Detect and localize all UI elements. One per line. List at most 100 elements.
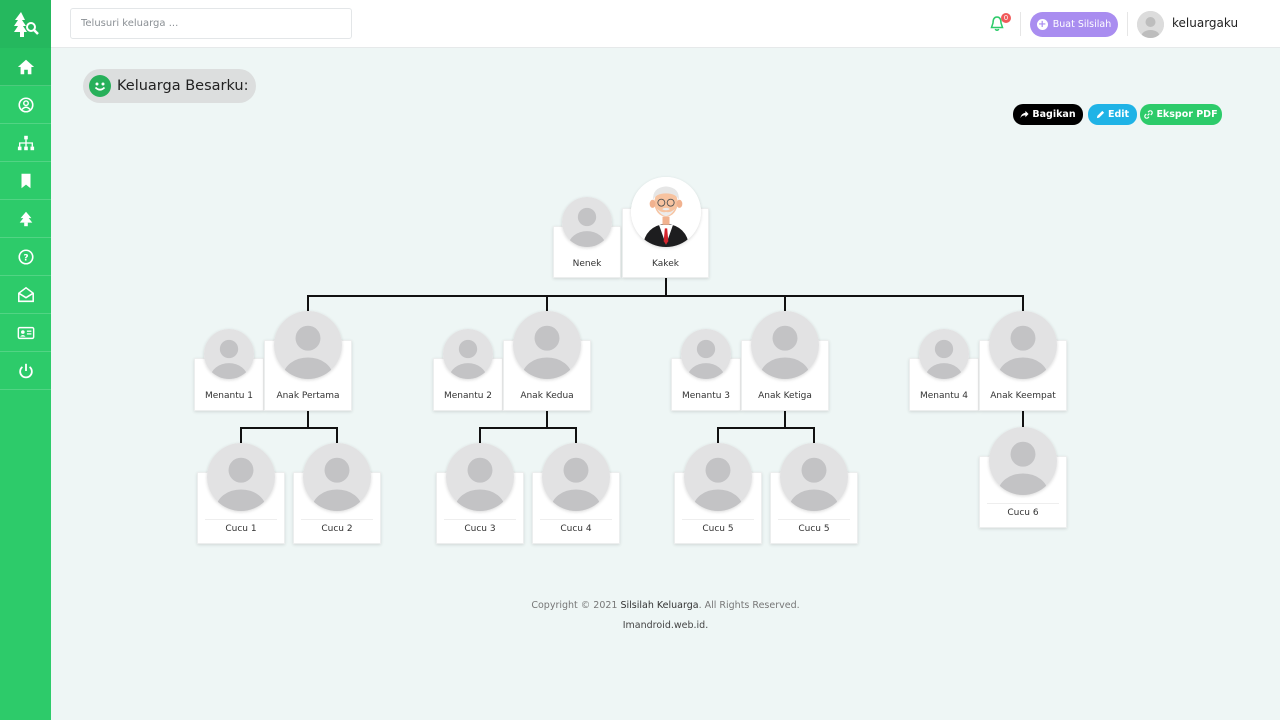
sidebar-item-tree[interactable] [0,124,51,162]
grandchild-1-1-avatar[interactable] [207,443,275,511]
card-divider [682,519,754,520]
grandchild-2-2-avatar[interactable] [542,443,610,511]
child-2-avatar[interactable] [513,311,581,379]
child-1-label: Anak Pertama [276,391,340,401]
child-2-label: Anak Kedua [520,391,574,401]
share-icon [1020,110,1029,119]
card-divider [778,519,850,520]
spouse-2-avatar[interactable] [443,329,493,379]
nenek-avatar[interactable] [562,197,612,247]
grandchild-1-2-label: Cucu 2 [321,524,353,534]
grandchild-4-1-label: Cucu 6 [1007,508,1039,518]
child-4-label: Anak Keempat [990,391,1056,401]
topbar: 0 + Buat Silsilah keluargaku [51,0,1280,48]
connector-line [813,427,815,443]
spouse-3-label: Menantu 3 [681,391,731,401]
sidebar-item-help[interactable]: ? [0,238,51,276]
plus-circle-icon: + [1036,19,1048,30]
spouse-4-avatar[interactable] [919,329,969,379]
card-divider [540,519,612,520]
spouse-1-avatar[interactable] [204,329,254,379]
sidebar-item-messages[interactable] [0,276,51,314]
footer-site[interactable]: Imandroid.web.id. [0,620,1280,631]
connector-line [717,427,719,443]
connector-line [307,295,309,311]
help-icon: ? [17,248,34,265]
connector-line [665,278,667,296]
link-icon [1144,110,1154,119]
connector-line [240,427,242,443]
sidebar-item-profile[interactable] [0,86,51,124]
connector-line [575,427,577,443]
nenek-label: Nenek [572,259,602,269]
sitemap-icon [17,135,34,150]
connector-line [546,295,548,311]
smile-icon [89,75,111,97]
connector-line [717,427,815,429]
copyright-prefix: Copyright © 2021 [531,600,621,611]
id-card-icon [17,326,34,339]
spouse-4-label: Menantu 4 [919,391,969,401]
tree-logo-icon [13,12,39,37]
child-1-avatar[interactable] [274,311,342,379]
sidebar-item-home[interactable] [0,48,51,86]
child-4-avatar[interactable] [989,311,1057,379]
connector-line [308,295,1023,297]
card-divider [301,519,373,520]
card-divider [205,519,277,520]
connector-line [784,295,786,311]
kakek-label: Kakek [652,259,679,269]
export-pdf-label: Ekspor PDF [1156,109,1218,120]
search-input[interactable] [70,8,352,39]
grandchild-3-1-label: Cucu 5 [702,524,734,534]
logo[interactable] [0,0,51,48]
child-3-avatar[interactable] [751,311,819,379]
connector-line [479,427,577,429]
grandchild-1-2-avatar[interactable] [303,443,371,511]
create-tree-button[interactable]: + Buat Silsilah [1030,12,1118,37]
envelope-open-icon [17,286,34,302]
spouse-1-label: Menantu 1 [204,391,254,401]
grandchild-2-2-label: Cucu 4 [560,524,592,534]
svg-text:?: ? [23,253,28,263]
copyright-suffix: . All Rights Reserved. [698,600,800,611]
connector-line [1022,295,1024,311]
grandchild-3-2-label: Cucu 5 [798,524,830,534]
share-button[interactable]: Bagikan [1013,104,1083,125]
connector-line [784,411,786,428]
home-icon [17,59,34,74]
card-divider [444,519,516,520]
grandchild-1-1-label: Cucu 1 [225,524,257,534]
user-avatar[interactable] [1137,11,1164,38]
grandchild-3-2-avatar[interactable] [780,443,848,511]
connector-line [336,427,338,443]
notification-badge: 0 [1001,13,1011,23]
connector-line [1022,411,1024,427]
kakek-avatar[interactable] [631,177,701,247]
child-3-label: Anak Ketiga [758,391,812,401]
grandchild-3-1-avatar[interactable] [684,443,752,511]
card-divider [987,503,1059,504]
sidebar-item-id-card[interactable] [0,314,51,352]
page-title-pill: Keluarga Besarku: [83,69,256,103]
connector-line [546,411,548,428]
page-title: Keluarga Besarku: [117,78,249,94]
spouse-2-label: Menantu 2 [443,391,493,401]
spouse-3-avatar[interactable] [681,329,731,379]
connector-line [240,427,338,429]
grandchild-4-1-avatar[interactable] [989,427,1057,495]
connector-line [479,427,481,443]
brand-link[interactable]: Silsilah Keluarga [621,600,699,611]
username[interactable]: keluargaku [1172,16,1238,30]
connector-line [307,411,309,428]
divider [1127,12,1128,36]
sidebar-item-logout[interactable] [0,352,51,390]
sidebar-item-bookmark[interactable] [0,162,51,200]
edit-button[interactable]: Edit [1088,104,1137,125]
sidebar: ? [0,0,51,720]
divider [1020,12,1021,36]
grandchild-2-1-avatar[interactable] [446,443,514,511]
create-tree-label: Buat Silsilah [1052,19,1112,30]
sidebar-item-family[interactable] [0,200,51,238]
export-pdf-button[interactable]: Ekspor PDF [1140,104,1222,125]
